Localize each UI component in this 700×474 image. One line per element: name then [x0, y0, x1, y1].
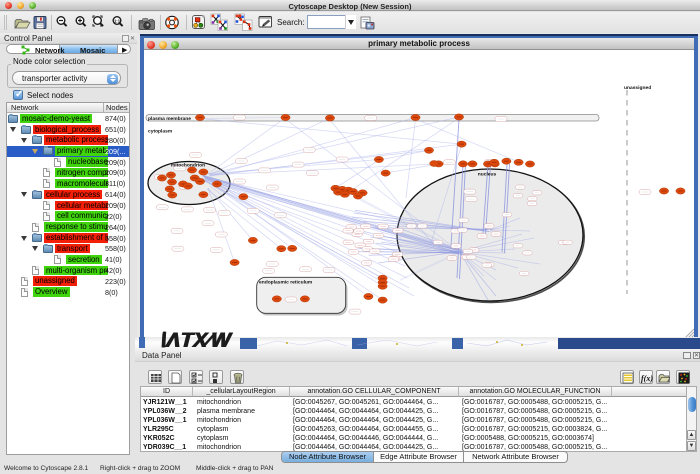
svg-text:cytoplasm: cytoplasm — [148, 129, 173, 135]
svg-text:plasma membrane: plasma membrane — [148, 116, 191, 122]
svg-text:f(x): f(x) — [641, 374, 653, 383]
svg-text:unassigned: unassigned — [624, 85, 651, 91]
svg-text:endoplasmic reticulum: endoplasmic reticulum — [259, 280, 313, 286]
svg-text:1:1: 1:1 — [114, 18, 121, 23]
svg-text:nucleus: nucleus — [478, 172, 497, 178]
svg-text:mitochondrion: mitochondrion — [171, 163, 205, 169]
